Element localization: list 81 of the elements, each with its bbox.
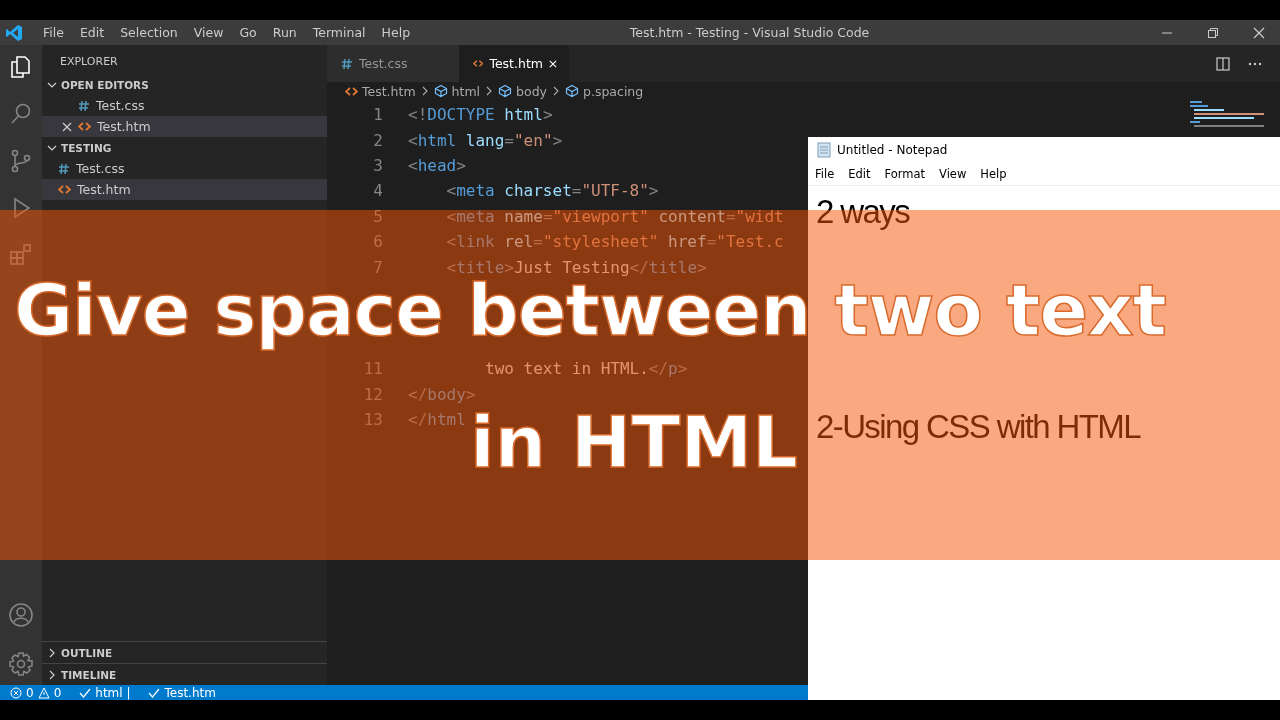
breadcrumb[interactable]: body <box>516 83 547 99</box>
explorer-item[interactable]: Test.htm <box>42 179 327 200</box>
text-line: 2-Using CSS with HTML <box>816 407 1140 447</box>
code-icon <box>58 184 71 195</box>
menu-item[interactable]: Help <box>980 167 1007 181</box>
error-icon <box>10 686 22 699</box>
breadcrumb[interactable]: html <box>451 83 481 99</box>
section-header[interactable]: OPEN EDITORS <box>61 78 149 91</box>
section-header[interactable]: OUTLINE <box>61 646 113 659</box>
code-line: <title>Just Testing</title> <box>445 257 707 277</box>
code-line: two text in HTML.</p> <box>484 359 688 379</box>
code-line: <link rel="stylesheet" href="Test.c <box>445 232 784 252</box>
cube-icon <box>433 84 448 98</box>
editor-tab[interactable]: Test.htm <box>459 45 569 82</box>
menu-item[interactable]: Run <box>264 25 305 40</box>
window-title: Untitled - Notepad <box>837 143 948 157</box>
code-icon <box>78 121 91 132</box>
files-icon[interactable] <box>9 55 33 79</box>
code-line: </html <box>408 409 466 429</box>
explorer-item[interactable]: Test.css <box>42 158 327 179</box>
section-header[interactable]: TIMELINE <box>61 668 117 681</box>
menu-item[interactable]: Terminal <box>304 25 374 40</box>
check-icon <box>148 686 161 699</box>
cube-icon <box>498 84 513 98</box>
warning-icon <box>37 686 50 699</box>
line-number: 1 <box>372 105 383 125</box>
chevron-right-icon <box>486 86 493 96</box>
error-count[interactable]: 0 <box>26 685 34 700</box>
menu-item[interactable]: Go <box>231 25 265 40</box>
restore-icon[interactable] <box>1207 26 1219 39</box>
code-line: <meta charset="UTF-8"> <box>445 181 659 201</box>
menu-item[interactable]: Selection <box>112 25 186 40</box>
menu-item[interactable]: Format <box>884 167 926 181</box>
close-icon[interactable] <box>1253 26 1265 39</box>
explorer-item[interactable]: Test.css <box>42 95 327 116</box>
line-number: 4 <box>372 181 383 201</box>
chevron-right-icon[interactable] <box>47 647 57 658</box>
hash-icon <box>341 57 353 70</box>
code-line: <meta name="viewport" content="widt <box>445 206 784 226</box>
hash-icon <box>58 162 70 175</box>
code-line: <html lang="en"> <box>408 130 563 150</box>
vscode-logo-icon <box>5 23 23 42</box>
line-number: 2 <box>372 130 383 150</box>
status-item[interactable]: Test.htm <box>164 685 216 700</box>
chevron-right-icon <box>553 86 559 96</box>
source-control-icon[interactable] <box>9 149 33 173</box>
code-icon <box>345 85 358 97</box>
code-line: </body> <box>408 384 476 404</box>
cube-icon <box>565 84 579 98</box>
code-line: <head> <box>408 155 466 175</box>
explorer-item[interactable]: Test.htm <box>42 116 327 137</box>
sidebar-title: EXPLORER <box>59 54 119 70</box>
account-icon[interactable] <box>8 602 34 628</box>
chevron-right-icon <box>421 86 428 96</box>
breadcrumb[interactable]: p.spacing <box>583 83 644 99</box>
split-editor-icon[interactable] <box>1216 56 1230 71</box>
code-line: <!DOCTYPE html> <box>408 105 553 125</box>
warning-count[interactable]: 0 <box>53 685 62 700</box>
menu-item[interactable]: File <box>815 167 835 181</box>
menu-item[interactable]: Edit <box>71 25 113 40</box>
search-icon[interactable] <box>9 102 33 126</box>
window-title: Test.htm - Testing - Visual Studio Code <box>628 25 871 40</box>
hash-icon <box>78 99 90 112</box>
chevron-right-icon[interactable] <box>47 669 57 680</box>
section-header[interactable]: TESTING <box>61 141 112 154</box>
settings-icon[interactable] <box>8 651 34 677</box>
check-icon <box>79 686 92 699</box>
menu-item[interactable]: View <box>939 167 967 181</box>
editor-tab[interactable]: Test.css <box>327 45 459 82</box>
menu-item[interactable]: File <box>35 25 72 40</box>
close-icon[interactable] <box>62 121 72 132</box>
menu-item[interactable]: Edit <box>848 167 871 181</box>
status-item[interactable]: html | <box>95 685 131 700</box>
code-icon <box>473 58 484 69</box>
more-icon[interactable] <box>1248 61 1262 66</box>
menu-item[interactable]: Help <box>373 25 419 40</box>
line-number: 3 <box>372 155 383 175</box>
menu-item[interactable]: View <box>185 25 232 40</box>
breadcrumb[interactable]: Test.htm <box>362 83 416 99</box>
notepad-icon <box>817 142 831 158</box>
title-text: in HTML <box>470 406 798 478</box>
